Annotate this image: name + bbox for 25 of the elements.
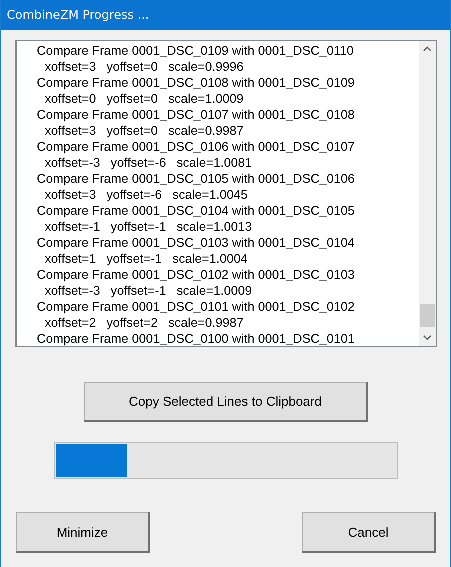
- compare-line[interactable]: Compare Frame 0001_DSC_0105 with 0001_DSC_0106: [37, 171, 355, 187]
- offset-line[interactable]: xoffset=3 yoffset=0 scale=0.9987: [37, 123, 244, 139]
- compare-line[interactable]: Compare Frame 0001_DSC_0107 with 0001_DSC_0108: [37, 107, 355, 123]
- offset-line[interactable]: xoffset=3 yoffset=0 scale=0.9996: [37, 59, 244, 75]
- window-title: CombineZM Progress ...: [7, 8, 150, 22]
- compare-line[interactable]: Compare Frame 0001_DSC_0102 with 0001_DSC_0103: [37, 267, 355, 283]
- compare-line[interactable]: Compare Frame 0001_DSC_0103 with 0001_DSC_0104: [37, 235, 355, 251]
- compare-line[interactable]: Compare Frame 0001_DSC_0100 with 0001_DSC_0101: [37, 331, 355, 346]
- scrollbar-thumb[interactable]: [420, 304, 435, 327]
- offset-line[interactable]: xoffset=3 yoffset=-6 scale=1.0045: [37, 187, 248, 203]
- compare-line[interactable]: Compare Frame 0001_DSC_0108 with 0001_DSC_0109: [37, 75, 355, 91]
- compare-line[interactable]: Compare Frame 0001_DSC_0106 with 0001_DSC_0107: [37, 139, 355, 155]
- cancel-button[interactable]: Cancel: [302, 512, 436, 553]
- offset-line[interactable]: xoffset=2 yoffset=2 scale=0.9987: [37, 315, 244, 331]
- compare-line[interactable]: Compare Frame 0001_DSC_0104 with 0001_DSC_0105: [37, 203, 355, 219]
- copy-lines-button[interactable]: Copy Selected Lines to Clipboard: [84, 382, 368, 422]
- compare-line[interactable]: Compare Frame 0001_DSC_0101 with 0001_DSC_0102: [37, 299, 355, 315]
- offset-line[interactable]: xoffset=0 yoffset=0 scale=1.0009: [37, 91, 244, 107]
- offset-line[interactable]: xoffset=-1 yoffset=-1 scale=1.0013: [37, 219, 252, 235]
- offset-line[interactable]: xoffset=-3 yoffset=-1 scale=1.0009: [37, 283, 252, 299]
- minimize-button[interactable]: Minimize: [16, 512, 150, 553]
- offset-line[interactable]: xoffset=1 yoffset=-1 scale=1.0004: [37, 251, 248, 267]
- offset-line[interactable]: xoffset=-3 yoffset=-6 scale=1.0081: [37, 155, 252, 171]
- log-list[interactable]: [15, 40, 437, 347]
- compare-line[interactable]: Compare Frame 0001_DSC_0109 with 0001_DSC_0110: [37, 43, 354, 59]
